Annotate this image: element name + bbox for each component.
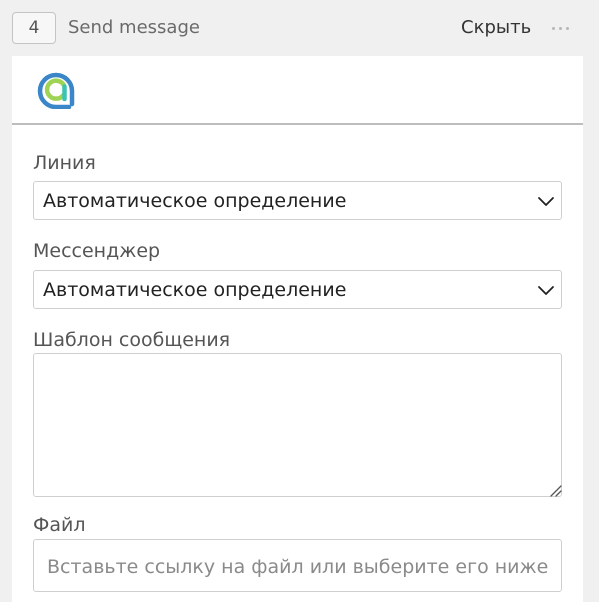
file-url-input[interactable]: Вставьте ссылку на файл или выберите его…: [33, 539, 562, 592]
line-select-value: Автоматическое определение: [43, 190, 347, 212]
messenger-select-value: Автоматическое определение: [43, 279, 347, 301]
hide-button[interactable]: Скрыть: [461, 17, 531, 39]
more-options-icon[interactable]: [547, 14, 573, 40]
chevron-down-icon: [538, 286, 554, 295]
header-divider: [12, 123, 583, 125]
more-dot: [566, 27, 569, 30]
logo-inner-arc: [44, 78, 67, 101]
messenger-select[interactable]: Автоматическое определение: [33, 270, 562, 309]
resize-handle-icon[interactable]: [548, 483, 562, 497]
chevron-down-icon: [538, 197, 554, 206]
messenger-label: Мессенджер: [33, 240, 161, 262]
more-dot: [552, 27, 555, 30]
messaging-app-logo-icon: [37, 72, 75, 109]
step-card: Линия Автоматическое определение Мессенд…: [12, 56, 583, 602]
logo-area: [12, 56, 583, 123]
step-header: 4 Send message Скрыть: [0, 0, 599, 56]
line-label: Линия: [33, 152, 96, 174]
file-url-placeholder: Вставьте ссылку на файл или выберите его…: [47, 556, 549, 578]
template-textarea[interactable]: [33, 353, 562, 497]
step-number-badge: 4: [12, 12, 56, 44]
template-label: Шаблон сообщения: [33, 329, 231, 351]
more-dot: [559, 27, 562, 30]
file-label: Файл: [33, 514, 86, 536]
line-select[interactable]: Автоматическое определение: [33, 181, 562, 220]
step-title: Send message: [68, 17, 200, 38]
